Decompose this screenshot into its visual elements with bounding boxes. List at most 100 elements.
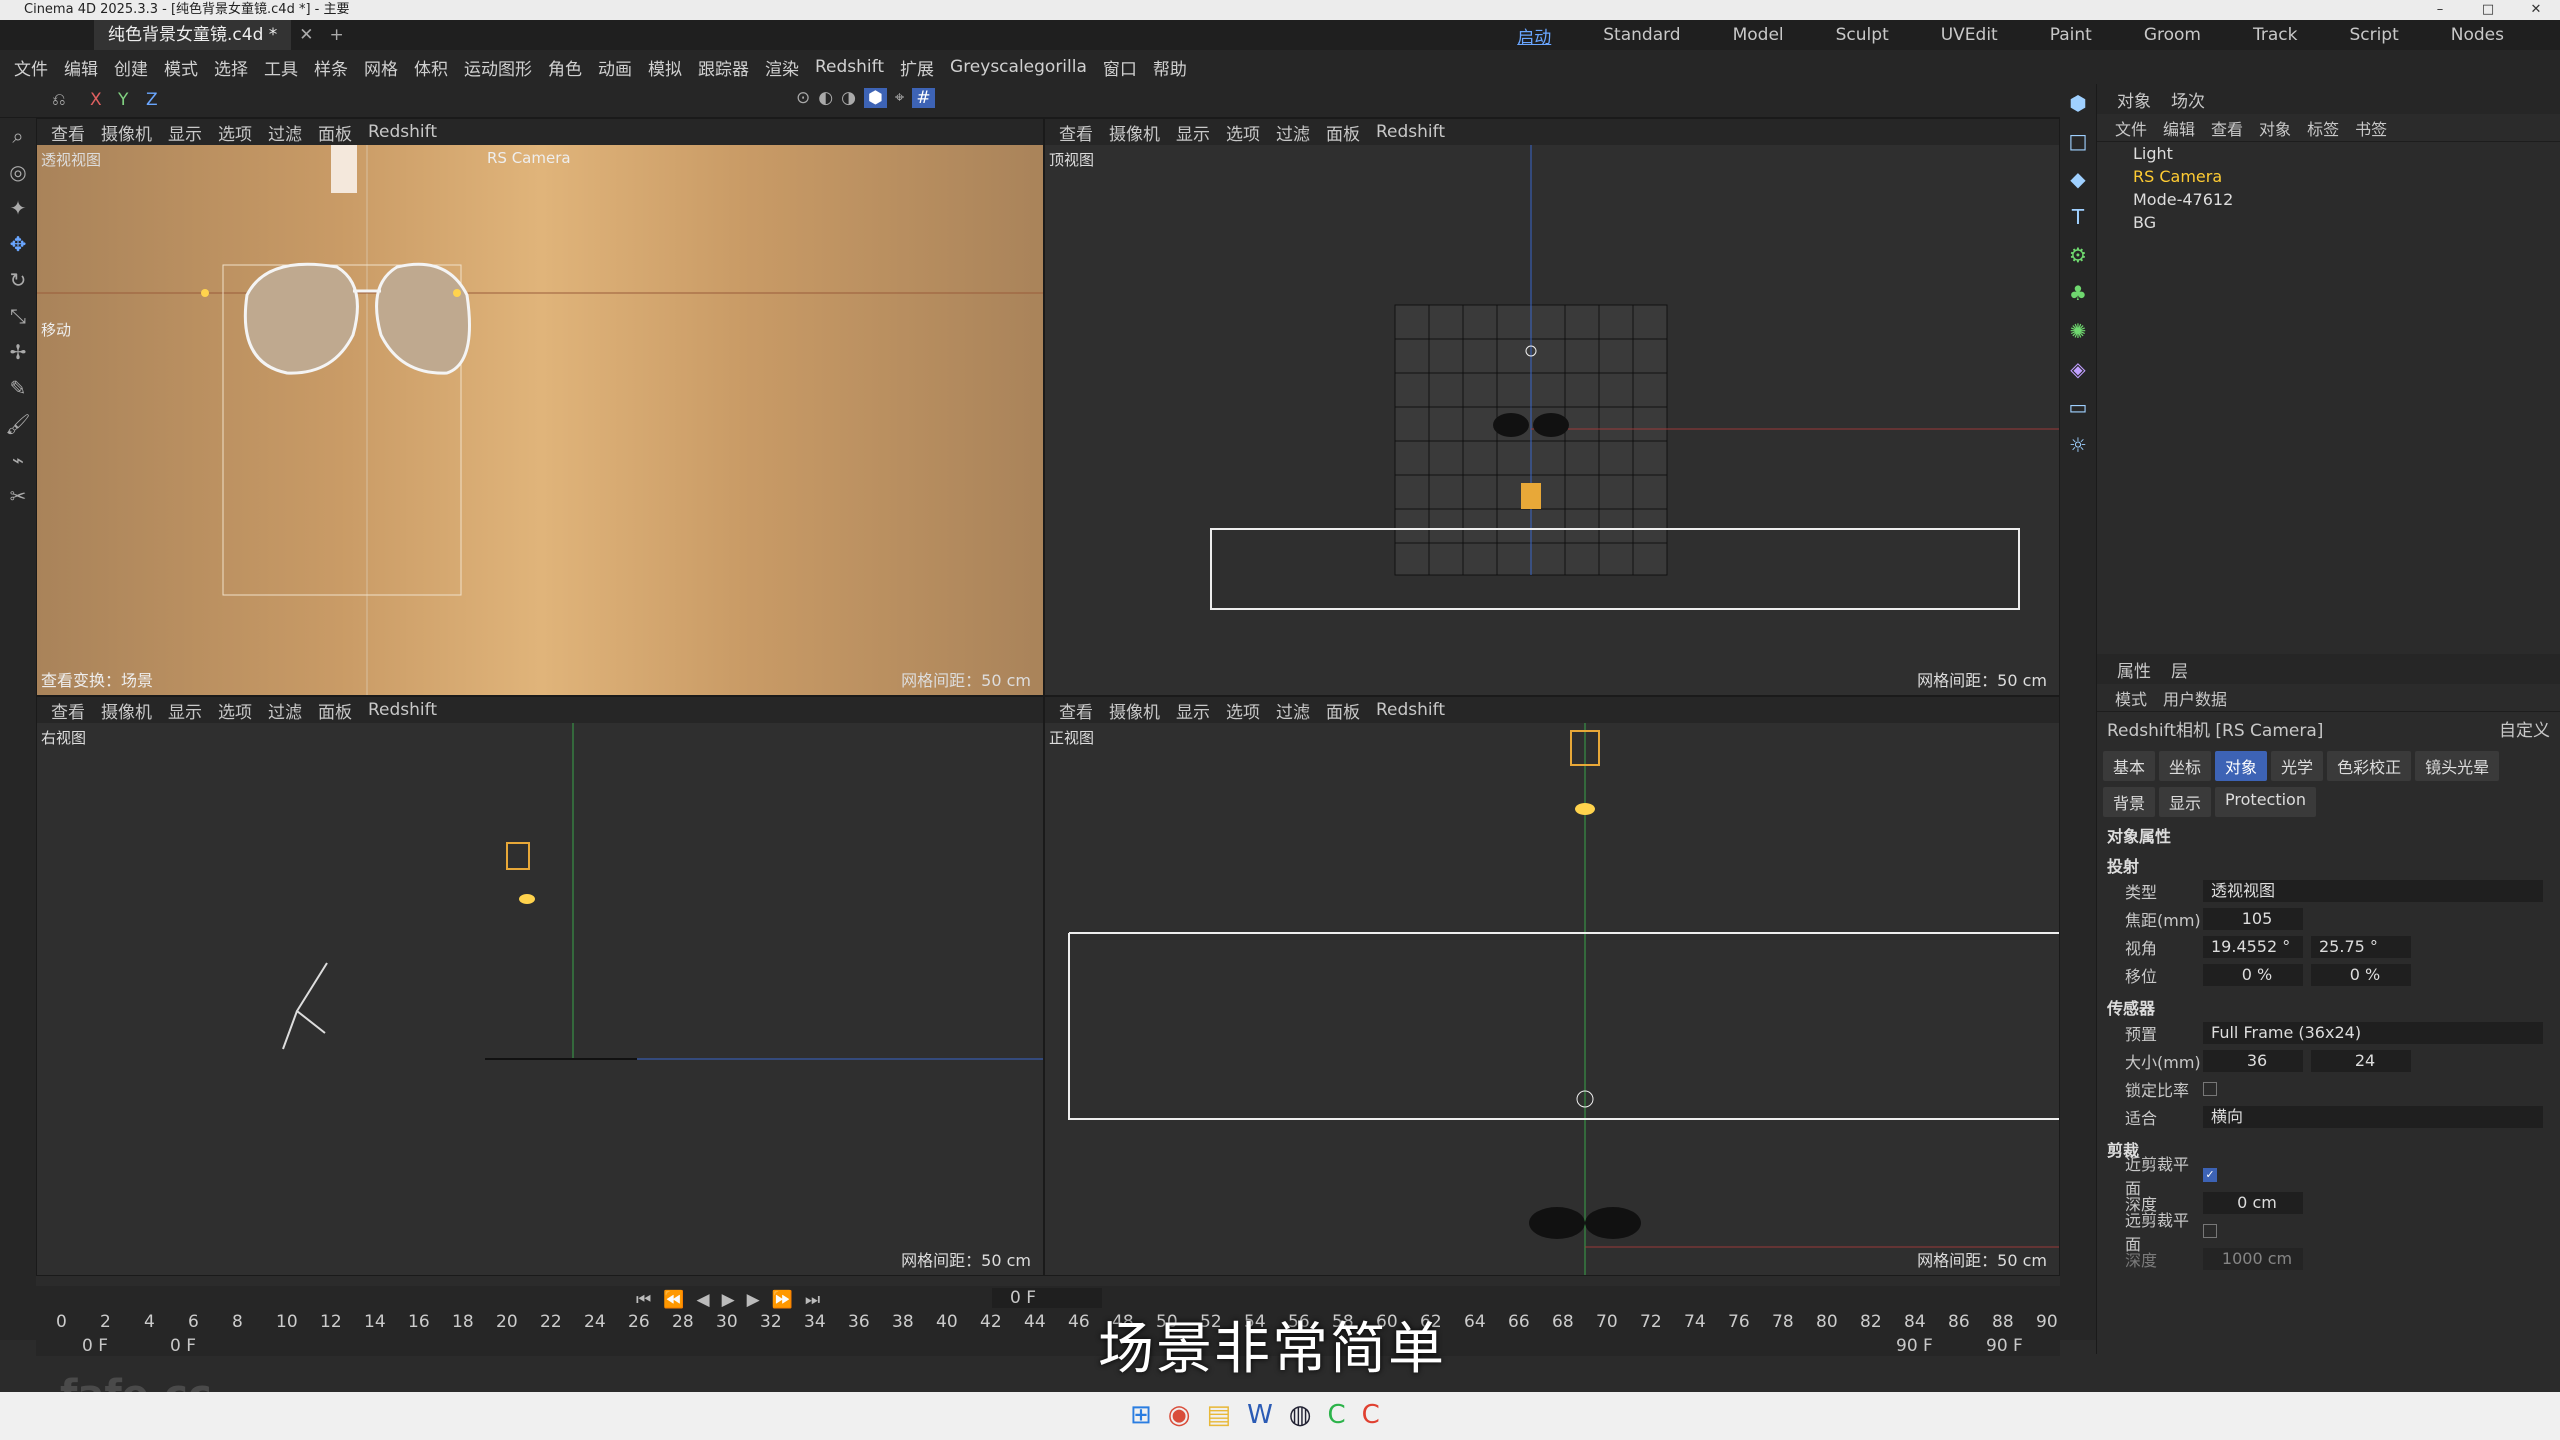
menu-item[interactable]: 动画 (590, 55, 640, 80)
layout-tab[interactable]: UVEdit (1915, 25, 2024, 45)
cube-icon[interactable]: ⬢ (2060, 84, 2096, 122)
tab-attributes[interactable]: 属性 (2107, 657, 2161, 682)
attr-tab-button[interactable]: 对象 (2215, 751, 2268, 781)
vp-menu-redshift[interactable]: Redshift (1368, 700, 1453, 720)
shift-y-input[interactable]: 0 % (2311, 964, 2411, 986)
menu-item[interactable]: 网格 (356, 55, 406, 80)
axis-y-toggle[interactable]: Y (118, 90, 128, 110)
menu-item[interactable]: 运动图形 (456, 55, 540, 80)
vp-menu-redshift[interactable]: Redshift (1368, 122, 1453, 142)
scale-icon[interactable]: ⤡ (0, 298, 36, 334)
menu-item[interactable]: 角色 (540, 55, 590, 80)
attr-tab-button[interactable]: 坐标 (2159, 751, 2212, 781)
tab-layers[interactable]: 层 (2161, 657, 2198, 682)
grid-snap-icon[interactable]: # (912, 88, 935, 108)
knife-icon[interactable]: ✂ (0, 478, 36, 514)
undo-icon[interactable]: ⎌ (52, 90, 66, 110)
start-frame[interactable]: 0 F (82, 1336, 108, 1356)
layout-tab[interactable]: Track (2227, 25, 2323, 45)
vp-menu-panel[interactable]: 面板 (310, 698, 360, 723)
layout-tab[interactable]: 启动 (1491, 23, 1577, 48)
attr-menu-mode[interactable]: 模式 (2107, 686, 2155, 710)
model-mode-icon[interactable]: ⬢ (863, 88, 887, 108)
layout-tab[interactable]: Groom (2118, 25, 2227, 45)
type-select[interactable]: 透视视图 (2203, 880, 2543, 902)
layout-tab[interactable]: Model (1707, 25, 1810, 45)
menu-item[interactable]: 创建 (106, 55, 156, 80)
vp-menu-display[interactable]: 显示 (160, 698, 210, 723)
search-icon[interactable]: ⌕ (0, 118, 36, 154)
vp-menu-view[interactable]: 查看 (43, 698, 93, 723)
close-tab-icon[interactable]: ✕ (291, 25, 321, 45)
spline-icon[interactable]: □ (2060, 122, 2096, 160)
shift-x-input[interactable]: 0 % (2203, 964, 2303, 986)
vp-menu-view[interactable]: 查看 (1051, 698, 1101, 723)
vp-menu-camera[interactable]: 摄像机 (93, 120, 160, 145)
deformer-icon[interactable]: ✺ (2060, 312, 2096, 350)
layout-tab[interactable]: Nodes (2425, 25, 2530, 45)
vp-menu-options[interactable]: 选项 (1218, 120, 1268, 145)
minimize-icon[interactable]: – (2416, 0, 2464, 20)
new-tab-icon[interactable]: + (322, 25, 352, 45)
menu-item[interactable]: 扩展 (892, 55, 942, 80)
layout-tab[interactable]: Standard (1577, 25, 1706, 45)
near-clip-checkbox[interactable]: ✓ (2203, 1168, 2217, 1182)
menu-item[interactable]: 模式 (156, 55, 206, 80)
attr-tab-button[interactable]: 色彩校正 (2327, 751, 2412, 781)
attr-tab-button[interactable]: 基本 (2103, 751, 2156, 781)
edge-mode-icon[interactable]: ◐ (818, 88, 833, 108)
far-clip-checkbox[interactable] (2203, 1224, 2217, 1238)
fit-select[interactable]: 横向 (2203, 1106, 2543, 1128)
field-icon[interactable]: ◈ (2060, 350, 2096, 388)
vp-menu-options[interactable]: 选项 (1218, 698, 1268, 723)
start-frame-2[interactable]: 0 F (170, 1336, 196, 1356)
object-menu-item[interactable]: 书签 (2347, 116, 2395, 140)
tab-takes[interactable]: 场次 (2161, 87, 2215, 112)
cloner-icon[interactable]: ♣ (2060, 274, 2096, 312)
vp-menu-filter[interactable]: 过滤 (260, 120, 310, 145)
prev-key-icon[interactable]: ⏪ (663, 1290, 684, 1310)
maximize-icon[interactable]: □ (2464, 0, 2512, 20)
move-icon[interactable]: ✥ (0, 226, 36, 262)
menu-item[interactable]: 选择 (206, 55, 256, 80)
menu-item[interactable]: 样条 (306, 55, 356, 80)
attr-preset[interactable]: 自定义 (2499, 716, 2550, 741)
menu-item[interactable]: 编辑 (56, 55, 106, 80)
layout-tab[interactable]: Script (2323, 25, 2424, 45)
vp-menu-filter[interactable]: 过滤 (260, 698, 310, 723)
poly-mode-icon[interactable]: ◑ (841, 88, 856, 108)
lock-ratio-checkbox[interactable] (2203, 1082, 2217, 1096)
vp-menu-camera[interactable]: 摄像机 (93, 698, 160, 723)
front-viewport[interactable]: 查看 摄像机 显示 选项 过滤 面板 Redshift 正视图 网格间距：50 cm (1044, 696, 2060, 1276)
fov-v-input[interactable]: 25.75 ° (2311, 936, 2411, 958)
primitive-icon[interactable]: ◆ (2060, 160, 2096, 198)
axis-z-toggle[interactable]: Z (146, 90, 158, 110)
vp-menu-filter[interactable]: 过滤 (1268, 698, 1318, 723)
close-icon[interactable]: ✕ (2512, 0, 2560, 20)
light-icon[interactable]: ☼ (2060, 426, 2096, 464)
timeline[interactable]: ⏮ ⏪ ◀ ▶ ▶ ⏩ ⏭ 0 F 0 2 4 6 8 10 12 14 16 18 20 22 24 2… (36, 1286, 2060, 1356)
vp-menu-redshift[interactable]: Redshift (360, 122, 445, 142)
tab-objects[interactable]: 对象 (2107, 87, 2161, 112)
vp-menu-panel[interactable]: 面板 (310, 120, 360, 145)
object-row[interactable]: RS Camera (2097, 165, 2560, 188)
start-icon[interactable]: ⊞ (1130, 1400, 1152, 1430)
vp-menu-display[interactable]: 显示 (1168, 698, 1218, 723)
chrome-icon[interactable]: ◉ (1168, 1400, 1191, 1430)
explorer-icon[interactable]: ▤ (1206, 1400, 1231, 1430)
vp-menu-panel[interactable]: 面板 (1318, 120, 1368, 145)
object-row[interactable]: Light (2097, 142, 2560, 165)
paint-icon[interactable]: ⌁ (0, 442, 36, 478)
app-green-icon[interactable]: C (1327, 1400, 1345, 1430)
menu-item[interactable]: 帮助 (1145, 55, 1195, 80)
vp-menu-options[interactable]: 选项 (210, 698, 260, 723)
prev-frame-icon[interactable]: ◀ (696, 1290, 709, 1310)
transform-icon[interactable]: ✢ (0, 334, 36, 370)
next-frame-icon[interactable]: ▶ (747, 1290, 760, 1310)
current-frame[interactable]: 0 F (992, 1288, 1102, 1308)
cinema4d-icon[interactable]: ◍ (1289, 1400, 1312, 1430)
vp-menu-camera[interactable]: 摄像机 (1101, 120, 1168, 145)
text-icon[interactable]: T (2060, 198, 2096, 236)
rotate-icon[interactable]: ↻ (0, 262, 36, 298)
menu-item[interactable]: Redshift (807, 57, 892, 77)
